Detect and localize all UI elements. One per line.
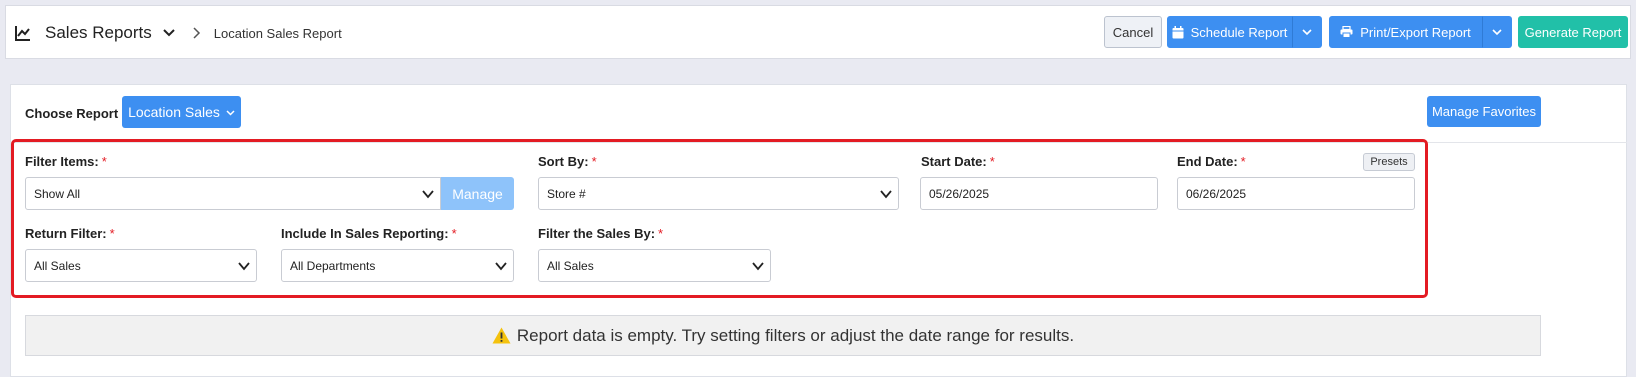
empty-report-text: Report data is empty. Try setting filter… xyxy=(516,325,1075,345)
warning-icon xyxy=(492,327,511,344)
print-export-label: Print/Export Report xyxy=(1360,24,1471,40)
chevron-right-icon xyxy=(193,27,200,39)
print-export-button[interactable]: Print/Export Report xyxy=(1329,16,1482,48)
schedule-dropdown-toggle[interactable] xyxy=(1292,16,1322,48)
breadcrumb: Location Sales Report xyxy=(213,25,342,41)
empty-report-message: Report data is empty. Try setting filter… xyxy=(25,315,1541,356)
schedule-report-button[interactable]: Schedule Report xyxy=(1167,16,1292,48)
report-select-button[interactable]: Location Sales xyxy=(122,96,241,128)
filters-highlight-box xyxy=(11,139,1428,298)
print-dropdown-toggle[interactable] xyxy=(1482,16,1512,48)
report-select-label: Location Sales xyxy=(128,104,220,120)
chevron-down-icon xyxy=(1302,29,1312,36)
chevron-down-icon xyxy=(1492,29,1502,36)
generate-report-button[interactable]: Generate Report xyxy=(1518,16,1628,48)
line-chart-icon xyxy=(15,26,30,41)
printer-icon xyxy=(1340,26,1353,38)
cancel-button[interactable]: Cancel xyxy=(1104,16,1162,48)
manage-favorites-button[interactable]: Manage Favorites xyxy=(1427,96,1541,127)
calendar-icon xyxy=(1172,25,1184,38)
chevron-down-icon xyxy=(226,109,235,116)
choose-report-label: Choose Report xyxy=(25,106,119,121)
chevron-down-icon[interactable] xyxy=(162,26,176,40)
title-area: Sales Reports Location Sales Report xyxy=(14,6,342,60)
app-title[interactable]: Sales Reports xyxy=(45,23,152,43)
schedule-report-label: Schedule Report xyxy=(1190,24,1288,40)
